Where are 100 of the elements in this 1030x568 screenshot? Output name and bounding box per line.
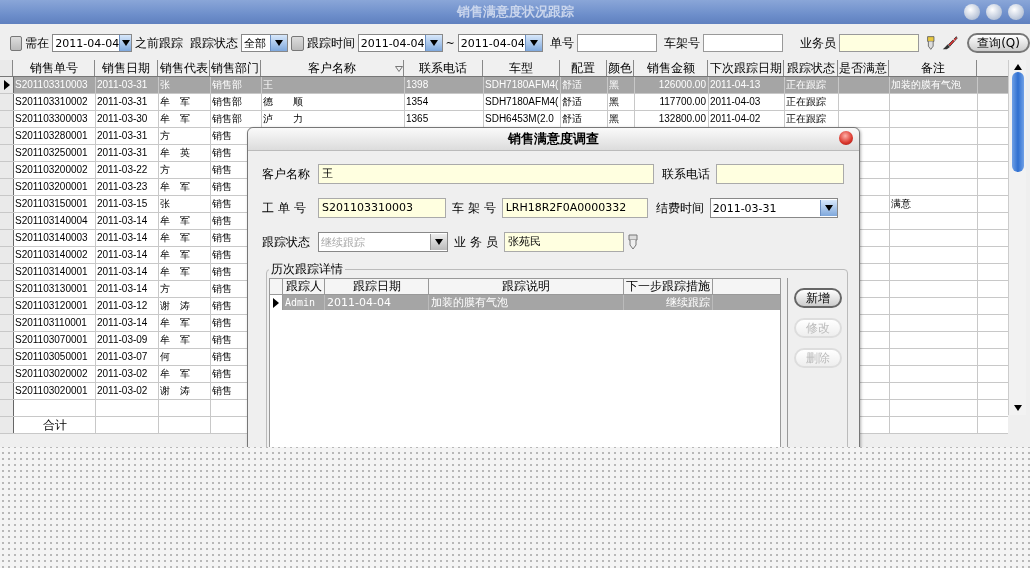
table-cell: 132800.00 <box>658 113 706 124</box>
row-pointer-icon <box>273 297 279 308</box>
query-button[interactable]: 查询(Q) <box>967 33 1030 53</box>
table-cell: 销售 <box>212 164 232 175</box>
settle-date-picker[interactable]: 2011-03-31 <box>709 198 838 218</box>
order-number-field[interactable] <box>576 34 657 52</box>
table-cell: SDH6453M(2.0 <box>485 113 554 124</box>
table-cell: 2011-03-31 <box>97 96 148 107</box>
brush-icon[interactable] <box>942 34 959 52</box>
table-cell: 泸 力 <box>263 113 303 124</box>
customer-name-field[interactable]: 王 <box>318 164 654 184</box>
table-cell: S201103140003 <box>15 232 88 243</box>
checkbox[interactable] <box>291 35 304 51</box>
table-cell: 销售 <box>212 317 232 328</box>
field-label: 业务员 <box>799 34 836 52</box>
table-cell: S201103140001 <box>15 266 88 277</box>
table-cell: 张 <box>160 198 170 209</box>
table-cell: 销售 <box>212 249 232 260</box>
table-cell: 继续跟踪 <box>666 296 710 309</box>
table-cell: 2011-03-14 <box>97 283 148 294</box>
scroll-down-icon[interactable] <box>1013 405 1022 411</box>
hand-icon[interactable] <box>925 34 936 52</box>
table-cell: 1398 <box>406 79 429 90</box>
row-pointer-icon <box>3 80 10 90</box>
table-cell: 销售 <box>212 300 232 311</box>
minimize-button[interactable] <box>964 4 980 20</box>
column-header[interactable]: 颜色 <box>607 60 634 76</box>
field-label: 跟踪状态 <box>262 233 311 251</box>
salesman-field[interactable]: 张苑民 <box>503 232 624 252</box>
field-label: 车 架 号 <box>452 199 496 217</box>
date-picker[interactable]: 2011-04-04 <box>357 34 443 52</box>
table-cell: 2011-03-14 <box>97 232 148 243</box>
close-button[interactable] <box>839 131 853 145</box>
table-cell: 2011-03-14 <box>97 249 148 260</box>
column-header[interactable]: 跟踪状态 <box>784 60 838 76</box>
frame-number-field[interactable]: LRH18R2F0A0000332 <box>501 198 648 218</box>
column-header[interactable]: 下一步跟踪措施 <box>624 279 713 294</box>
scroll-thumb[interactable] <box>1011 72 1024 172</box>
table-cell: 2011-03-02 <box>97 385 148 396</box>
date-picker[interactable]: 2011-04-04 <box>52 34 133 52</box>
column-header[interactable]: 备注 <box>889 60 977 76</box>
table-cell: 2011-04-13 <box>710 79 761 90</box>
checkbox-label: 跟踪时间 <box>306 34 355 52</box>
table-cell: 王 <box>263 79 273 90</box>
table-cell: S201103310003 <box>15 79 88 90</box>
table-row[interactable]: S201103310002 2011-03-31 牟 军 销售部 德 顺 1354 SDH7180AFM4( 舒适 黑 117700.00 2011-04-03 正在跟踪 <box>0 94 1008 111</box>
column-header[interactable]: 销售部门 <box>210 60 261 76</box>
hand-icon[interactable] <box>627 234 638 250</box>
total-label: 合计 <box>43 418 67 432</box>
table-cell: 加装的膜有气泡 <box>891 79 961 90</box>
table-cell: 满意 <box>891 198 911 209</box>
table-cell: S201103200001 <box>15 181 88 192</box>
column-header[interactable]: 销售单号 <box>13 60 95 76</box>
column-header[interactable]: 是否满意 <box>838 60 889 76</box>
column-header[interactable]: 下次跟踪日期 <box>708 60 784 76</box>
column-header[interactable]: 销售金额 <box>634 60 708 76</box>
column-header[interactable]: 跟踪日期 <box>325 279 429 294</box>
phone-field[interactable] <box>716 164 844 184</box>
filter-label: 之前跟踪 <box>135 34 184 52</box>
table-cell: 2011-03-31 <box>97 79 148 90</box>
table-cell: 正在跟踪 <box>786 96 826 107</box>
status-dropdown[interactable]: 全部 <box>241 34 289 52</box>
checkbox[interactable] <box>10 35 23 51</box>
table-cell: 方 <box>160 164 170 175</box>
table-cell: S201103110001 <box>15 317 87 328</box>
date-picker[interactable]: 2011-04-04 <box>457 34 543 52</box>
table-cell: 牟 军 <box>160 368 190 379</box>
table-cell: 销售部 <box>212 79 242 90</box>
field-label: 工 单 号 <box>262 199 307 217</box>
work-order-field[interactable]: S201103310003 <box>318 198 446 218</box>
table-cell: 2011-03-31 <box>97 147 148 158</box>
table-cell: 销售 <box>212 232 232 243</box>
table-cell: 牟 军 <box>160 334 190 345</box>
column-header[interactable]: 销售代表 <box>158 60 210 76</box>
table-cell: 牟 英 <box>160 147 190 158</box>
table-cell: 销售 <box>212 368 232 379</box>
salesman-field[interactable] <box>838 34 919 52</box>
column-header[interactable]: 客户名称 <box>261 60 404 76</box>
table-cell: 销售 <box>212 283 232 294</box>
close-button[interactable] <box>1008 4 1024 20</box>
column-header[interactable]: 跟踪人 <box>283 279 325 294</box>
row-header[interactable] <box>0 77 14 93</box>
dialog-title: 销售满意度调查 <box>508 130 599 148</box>
table-cell: S201103140002 <box>15 249 88 260</box>
maximize-button[interactable] <box>986 4 1002 20</box>
table-cell: S201103150001 <box>15 198 88 209</box>
column-header[interactable]: 车型 <box>483 60 560 76</box>
table-cell: S201103120001 <box>15 300 88 311</box>
table-cell: 舒适 <box>562 96 582 107</box>
column-header[interactable]: 联系电话 <box>404 60 483 76</box>
table-cell: S201103300003 <box>15 113 88 124</box>
table-cell: 黑 <box>609 79 619 90</box>
column-header[interactable]: 跟踪说明 <box>429 279 624 294</box>
column-header[interactable]: 配置 <box>560 60 607 76</box>
frame-number-field[interactable] <box>702 34 783 52</box>
field-label: 车架号 <box>663 34 700 52</box>
column-header[interactable]: 销售日期 <box>95 60 158 76</box>
field-label: 结费时间 <box>655 199 704 217</box>
action-button[interactable]: 新增 <box>793 288 842 308</box>
table-cell: 黑 <box>609 96 619 107</box>
